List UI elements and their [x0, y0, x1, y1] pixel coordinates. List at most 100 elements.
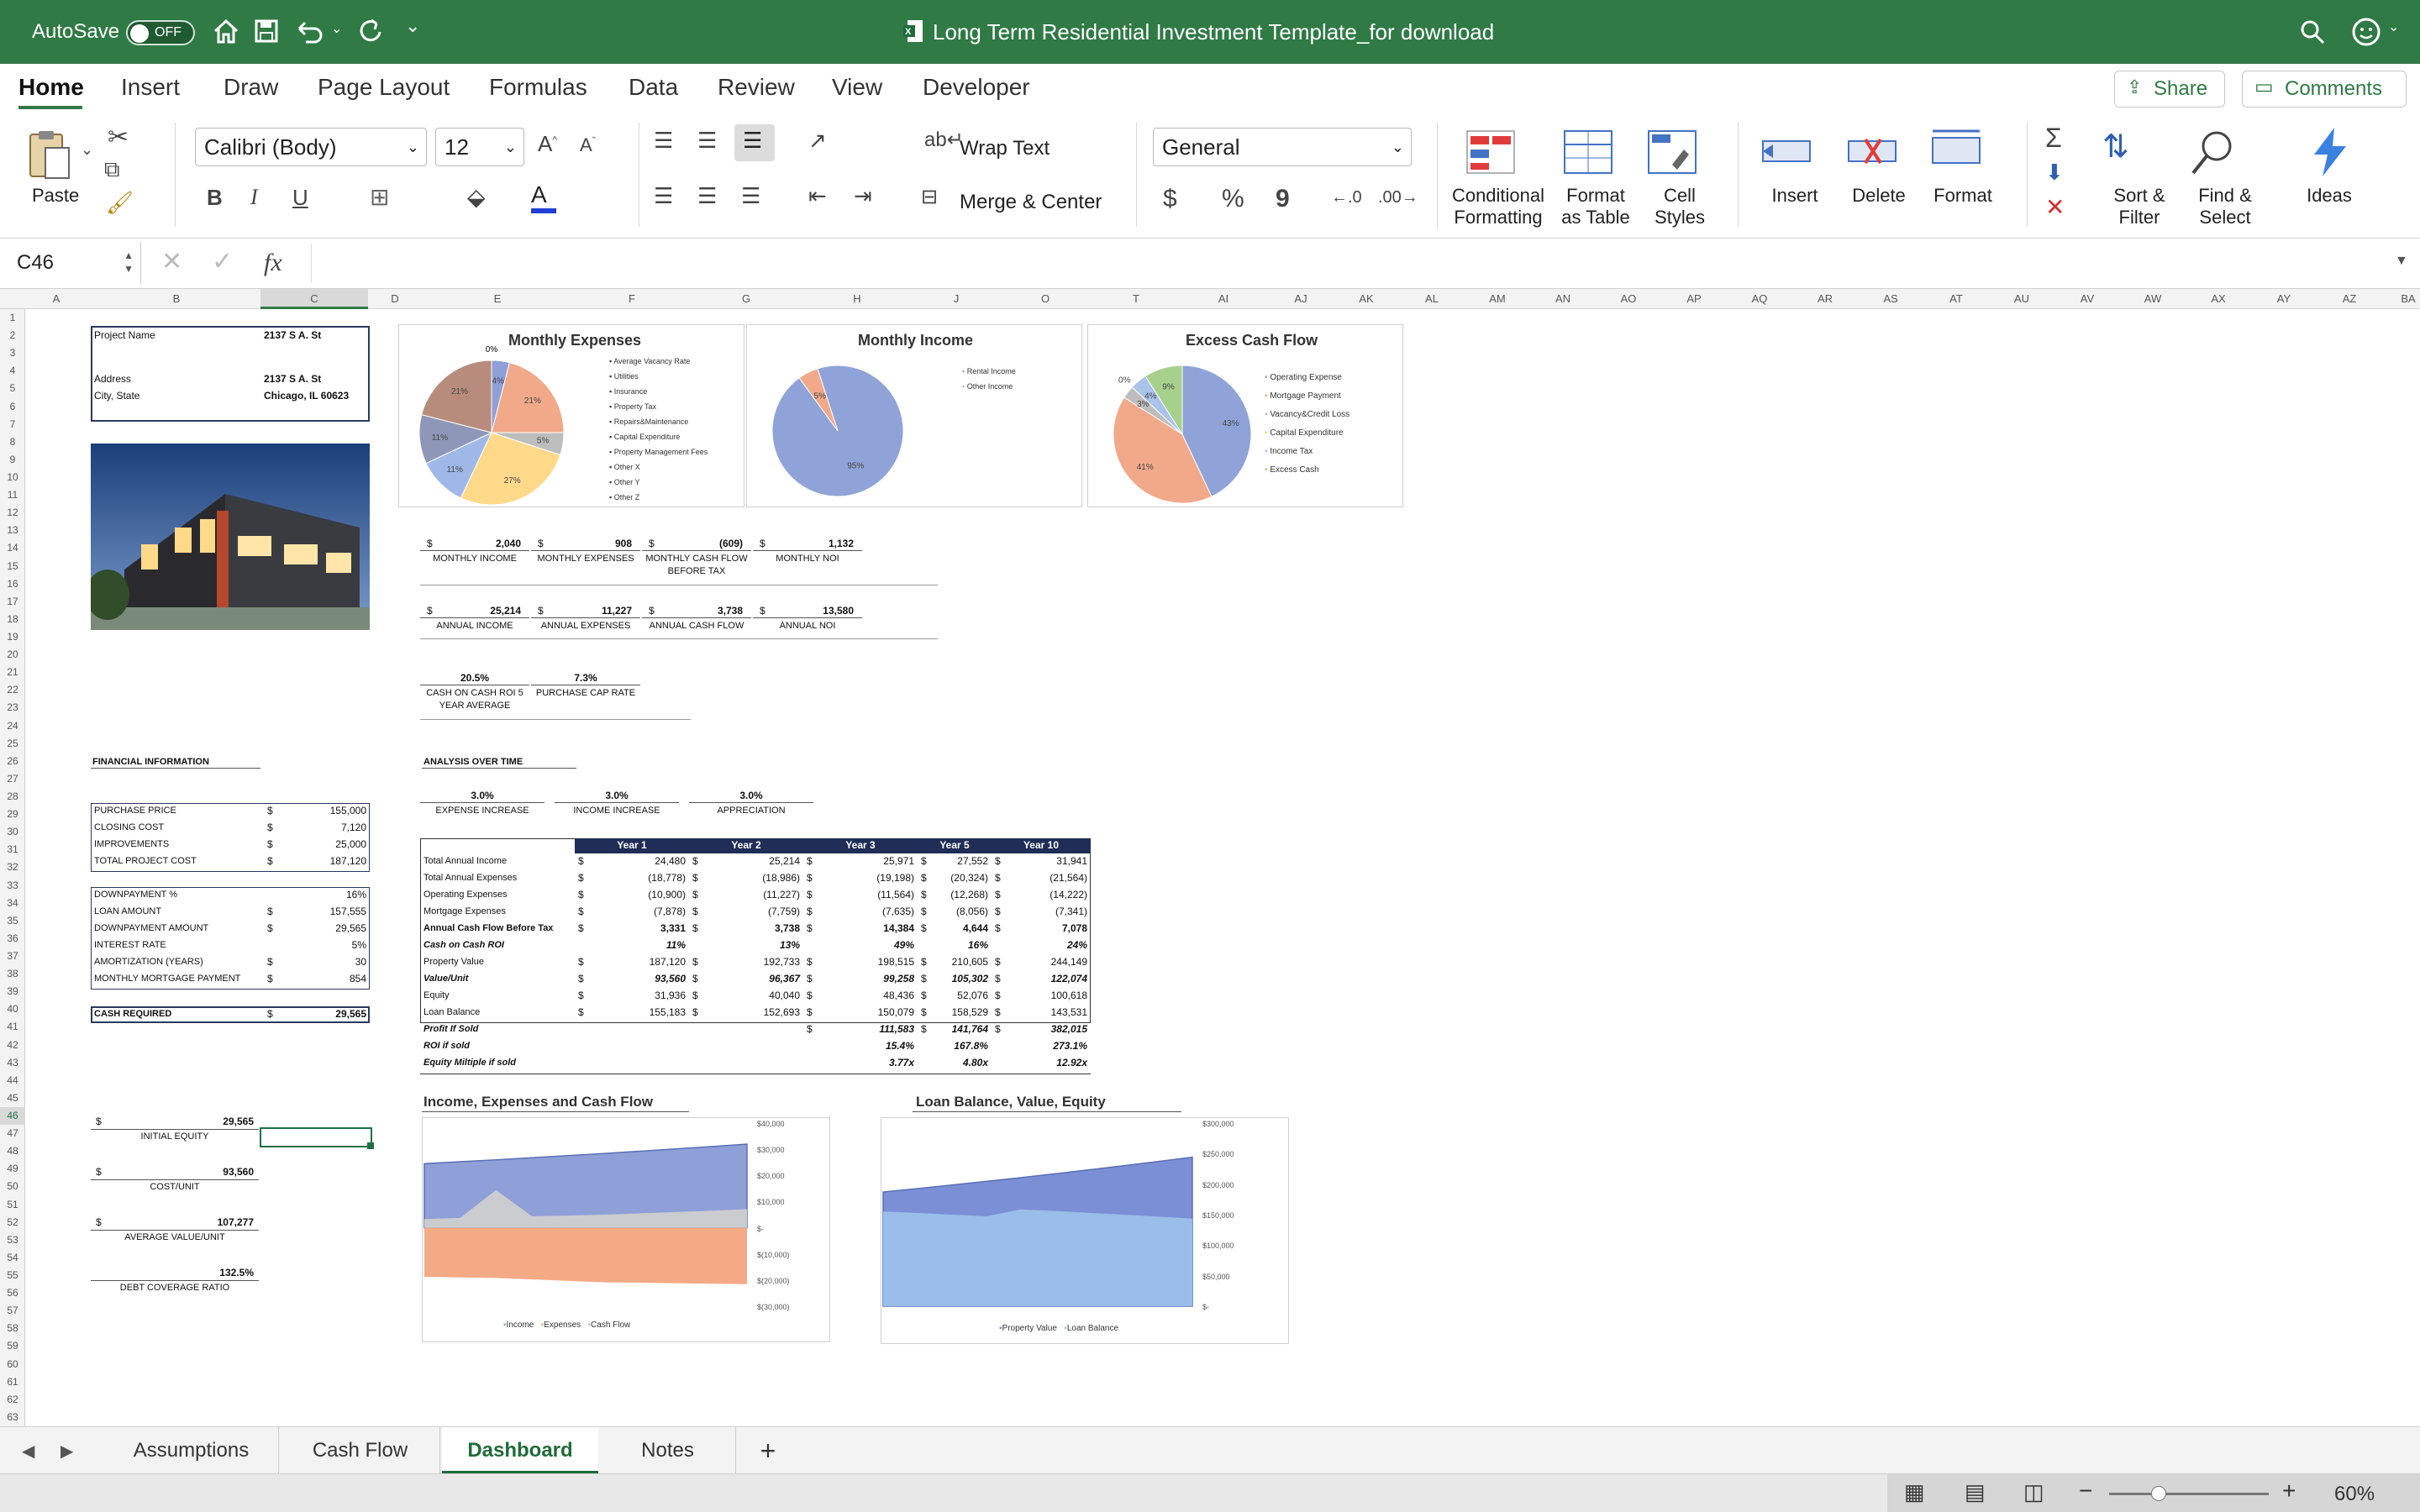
- summary-value[interactable]: 25,214: [437, 605, 521, 617]
- conditional-formatting-button[interactable]: Conditional Formatting: [1450, 185, 1546, 228]
- search-icon[interactable]: [2299, 18, 2326, 45]
- table-cell[interactable]: 155,183: [583, 1006, 686, 1019]
- row-header[interactable]: 22: [0, 681, 25, 699]
- col-header-ay[interactable]: AY: [2277, 289, 2291, 309]
- assumption-value[interactable]: 3.0%: [555, 790, 679, 802]
- merge-center-button[interactable]: Merge & Center: [960, 192, 1102, 213]
- table-cell[interactable]: (12,268): [926, 889, 988, 901]
- row-header[interactable]: 28: [0, 788, 25, 806]
- table-cell[interactable]: 49%: [812, 939, 914, 952]
- fin-value[interactable]: 187,120: [286, 855, 366, 868]
- row-header[interactable]: 39: [0, 983, 25, 1000]
- col-header-f[interactable]: F: [629, 289, 635, 309]
- row-header[interactable]: 32: [0, 858, 25, 876]
- add-sheet-button[interactable]: +: [738, 1427, 798, 1474]
- tab-data[interactable]: Data: [629, 64, 678, 111]
- col-header-h[interactable]: H: [853, 289, 860, 309]
- formula-input[interactable]: [311, 244, 2386, 282]
- table-cell[interactable]: 31,941: [1000, 855, 1087, 868]
- kpi-value[interactable]: 107,277: [143, 1216, 254, 1229]
- format-as-table-button[interactable]: Format as Table: [1548, 185, 1644, 228]
- col-header-o[interactable]: O: [1041, 289, 1050, 309]
- row-header[interactable]: 63: [0, 1409, 25, 1426]
- row-header[interactable]: 52: [0, 1214, 25, 1231]
- col-header-aj[interactable]: AJ: [1294, 289, 1307, 309]
- row-header[interactable]: 11: [0, 486, 25, 504]
- table-cell[interactable]: 11%: [583, 939, 686, 952]
- col-header-t[interactable]: T: [1133, 289, 1139, 309]
- font-name-select[interactable]: Calibri (Body) ⌄: [195, 128, 427, 166]
- table-cell[interactable]: 15.4%: [812, 1040, 914, 1053]
- row-header[interactable]: 9: [0, 451, 25, 469]
- table-cell[interactable]: 150,079: [812, 1006, 914, 1019]
- decrease-font-icon[interactable]: Aˇ: [580, 134, 596, 156]
- row-header[interactable]: 5: [0, 380, 25, 397]
- font-size-select[interactable]: 12 ⌄: [435, 128, 524, 166]
- tab-page-layout[interactable]: Page Layout: [318, 64, 450, 111]
- bold-button[interactable]: B: [207, 185, 223, 211]
- col-header-ar[interactable]: AR: [1818, 289, 1833, 309]
- fin-value[interactable]: 25,000: [286, 838, 366, 851]
- find-select-button[interactable]: Find & Select: [2181, 185, 2269, 228]
- fin-value[interactable]: 155,000: [286, 805, 366, 817]
- col-header-au[interactable]: AU: [2014, 289, 2029, 309]
- table-cell[interactable]: (11,564): [812, 889, 914, 901]
- percent-button[interactable]: %: [1222, 185, 1244, 213]
- align-left-icon[interactable]: ☰: [654, 183, 673, 209]
- row-header[interactable]: 7: [0, 416, 25, 433]
- table-cell[interactable]: (14,222): [1000, 889, 1087, 901]
- autosum-icon[interactable]: Σ: [2045, 123, 2062, 154]
- table-cell[interactable]: 27,552: [926, 855, 988, 868]
- wrap-text-icon[interactable]: ab↵: [924, 128, 964, 152]
- fill-icon[interactable]: ⬇: [2045, 160, 2064, 186]
- table-cell[interactable]: 105,302: [926, 973, 988, 985]
- table-cell[interactable]: (7,341): [1000, 906, 1087, 918]
- sort-filter-icon[interactable]: ⇅: [2102, 128, 2129, 165]
- zoom-slider[interactable]: [2109, 1486, 2269, 1501]
- row-header[interactable]: 1: [0, 309, 25, 327]
- col-header-ak[interactable]: AK: [1359, 289, 1373, 309]
- table-cell[interactable]: 3.77x: [812, 1057, 914, 1069]
- table-cell[interactable]: 273.1%: [1000, 1040, 1087, 1053]
- table-cell[interactable]: 152,693: [697, 1006, 800, 1019]
- align-top-icon[interactable]: ☰: [654, 128, 673, 154]
- align-bottom-button[interactable]: ☰: [734, 124, 775, 161]
- summary-value[interactable]: 1,132: [770, 538, 854, 550]
- table-cell[interactable]: (21,564): [1000, 872, 1087, 885]
- row-header[interactable]: 8: [0, 433, 25, 451]
- insert-function-button[interactable]: fx: [264, 249, 282, 277]
- insert-cells-icon[interactable]: [1761, 131, 1812, 173]
- col-header-e[interactable]: E: [494, 289, 502, 309]
- cut-icon[interactable]: ✂: [108, 123, 129, 152]
- row-header[interactable]: 51: [0, 1196, 25, 1214]
- sort-filter-button[interactable]: Sort & Filter: [2096, 185, 2183, 228]
- row-header[interactable]: 37: [0, 948, 25, 965]
- feedback-dropdown-icon[interactable]: ⌄: [2388, 18, 2399, 35]
- align-right-icon[interactable]: ☰: [741, 183, 760, 209]
- align-center-icon[interactable]: ☰: [697, 183, 717, 209]
- monthly-income-chart[interactable]: Monthly Income 95% 5% ▪ Rental Income ▪ O…: [746, 324, 1082, 507]
- borders-icon[interactable]: ⊞: [370, 183, 389, 211]
- row-header[interactable]: 20: [0, 646, 25, 664]
- redo-icon[interactable]: [356, 17, 385, 45]
- format-painter-icon[interactable]: 🖌: [106, 190, 134, 216]
- name-box[interactable]: C46 ▲ ▼: [0, 242, 141, 284]
- home-icon[interactable]: [212, 17, 240, 45]
- cash-required-value[interactable]: 29,565: [286, 1008, 366, 1021]
- table-cell[interactable]: 40,040: [697, 990, 800, 1002]
- table-cell[interactable]: (10,900): [583, 889, 686, 901]
- row-header[interactable]: 10: [0, 469, 25, 486]
- number-format-select[interactable]: General ⌄: [1153, 128, 1412, 166]
- col-header-d[interactable]: D: [391, 289, 398, 309]
- table-cell[interactable]: (7,759): [697, 906, 800, 918]
- autosave-toggle[interactable]: OFF: [126, 20, 195, 45]
- merge-icon[interactable]: ⊟: [921, 185, 938, 209]
- cell-styles-button[interactable]: Cell Styles: [1634, 185, 1726, 228]
- table-cell[interactable]: 192,733: [697, 956, 800, 969]
- col-header-az[interactable]: AZ: [2343, 289, 2357, 309]
- row-header[interactable]: 2: [0, 327, 25, 344]
- row-header[interactable]: 35: [0, 912, 25, 930]
- row-header[interactable]: 31: [0, 841, 25, 858]
- fin-value[interactable]: 854: [286, 973, 366, 985]
- col-header-ba[interactable]: BA: [2401, 289, 2415, 309]
